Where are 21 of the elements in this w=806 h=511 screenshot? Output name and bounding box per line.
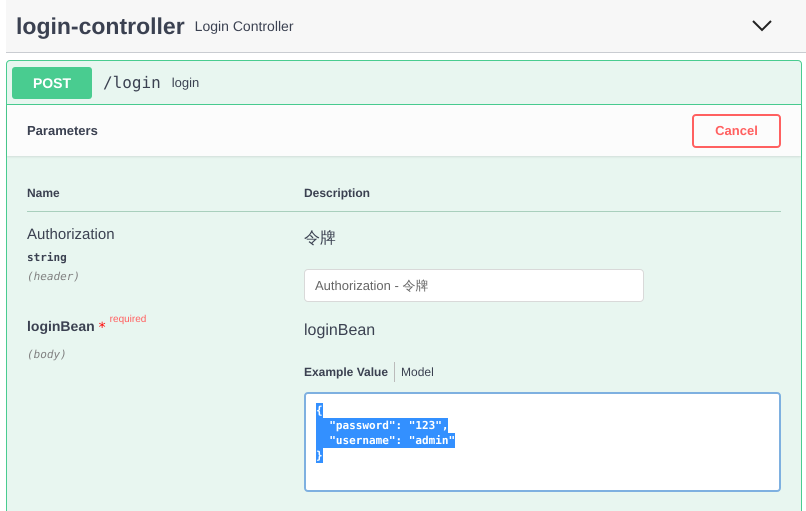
parameters-title: Parameters bbox=[27, 123, 98, 138]
parameter-location: (header) bbox=[27, 270, 80, 283]
tab[interactable]: Model bbox=[401, 362, 440, 382]
parameter-name: Authorization bbox=[27, 226, 115, 243]
parameter-type: string bbox=[27, 251, 67, 264]
column-header: Description bbox=[304, 186, 372, 200]
parameter-name: loginBean bbox=[27, 318, 95, 334]
parameter-description: loginBean bbox=[304, 322, 376, 340]
input-field[interactable]: Authorization - 令牌 bbox=[304, 269, 644, 302]
tag-header[interactable]: login-controller Login Controller bbox=[6, 0, 806, 53]
tag-description: Login Controller bbox=[194, 18, 294, 34]
parameter-description: 令牌 bbox=[304, 229, 336, 249]
required-label: required bbox=[110, 314, 146, 325]
tab[interactable]: Example Value bbox=[304, 362, 396, 382]
chevron-icon[interactable] bbox=[752, 20, 772, 32]
required-asterisk: * bbox=[98, 320, 106, 336]
endpoint-path: /login bbox=[103, 73, 161, 92]
endpoint-summary: login bbox=[172, 75, 200, 90]
tag-name: login-controller bbox=[16, 12, 185, 40]
parameter-location: (body) bbox=[27, 348, 67, 361]
column-header: Name bbox=[27, 186, 61, 200]
